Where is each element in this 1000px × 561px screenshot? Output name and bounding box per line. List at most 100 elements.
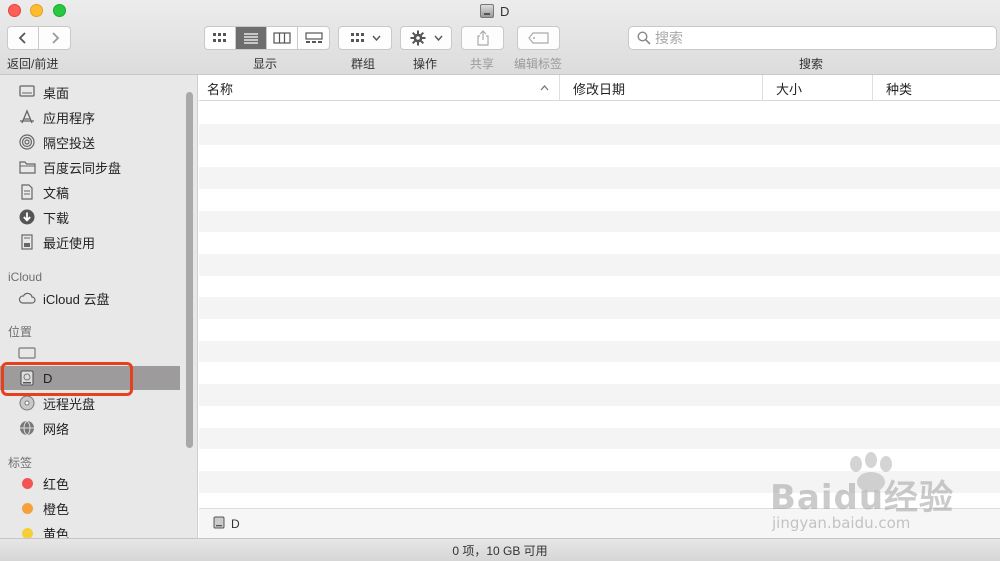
gear-icon [410,30,425,46]
sidebar-item-icloud-drive[interactable]: iCloud 云盘 [0,286,180,310]
column-header-modified[interactable]: 修改日期 [565,75,763,101]
column-size-label: 大小 [776,81,803,97]
edit-tags-label: 编辑标签 [514,57,563,71]
sidebar-item-documents[interactable]: 文稿 [0,180,180,204]
group-button[interactable] [338,26,392,50]
action-label: 操作 [413,57,438,71]
empty-row [199,275,1000,298]
empty-row [199,405,1000,428]
share-label: 共享 [470,57,495,71]
status-text: 0 项，10 GB 可用 [452,543,548,558]
share-button[interactable] [461,26,504,50]
group-label: 群组 [351,57,376,71]
empty-row [199,167,1000,189]
search-icon [637,31,651,45]
column-header-row: 名称 修改日期 大小 种类 [199,75,1000,101]
window-title-text: D [500,3,510,19]
window-title: D [480,2,509,20]
empty-row [199,210,1000,233]
yellow-tag-dot-icon [21,527,33,538]
disk-icon [213,516,225,532]
column-kind-label: 种类 [886,81,913,97]
network-icon [18,419,36,437]
list-icon [244,33,258,44]
column-header-size[interactable]: 大小 [768,75,873,101]
empty-row [199,123,1000,146]
tag-icon [527,32,549,44]
path-bar-label[interactable]: D [231,517,240,531]
icon-view-button[interactable] [205,27,236,49]
close-window-button[interactable] [8,4,21,17]
search-label: 搜索 [799,57,824,71]
document-icon [18,183,36,201]
sidebar-item-desktop[interactable]: 桌面 [0,80,180,104]
minimize-window-button[interactable] [30,4,43,17]
recents-icon [18,233,36,251]
grid-icon [213,33,226,42]
sidebar-scrollbar[interactable] [186,92,193,448]
watermark-url-text: jingyan.baidu.com [772,514,911,532]
list-view-button[interactable] [236,27,267,49]
toolbar: D 返回/前进 显示 群组 操作 共享 编辑标签 搜索 搜索 [0,0,1000,75]
sidebar-item-tag-orange[interactable]: 橙色 [0,496,180,520]
empty-row [199,340,1000,363]
sidebar-item-label: 下载 [43,210,70,226]
empty-row [199,297,1000,319]
chevron-left-icon [18,32,26,44]
empty-row [199,232,1000,254]
airdrop-icon [18,133,36,151]
sidebar-item-label: 应用程序 [43,110,96,126]
view-label: 显示 [253,57,278,71]
applications-icon [18,108,36,126]
back-forward-label: 返回/前进 [7,57,59,71]
zoom-window-button[interactable] [53,4,66,17]
download-icon [18,208,36,226]
sidebar-item-applications[interactable]: 应用程序 [0,105,180,129]
empty-row [199,384,1000,406]
sidebar-item-label: iCloud 云盘 [43,291,110,307]
sidebar-header-icloud: iCloud [8,270,43,284]
sidebar-header-locations: 位置 [8,325,33,339]
sidebar-item-network[interactable]: 网络 [0,416,180,440]
watermark-logo-text: Baidu经验 [770,478,955,518]
sidebar-item-label: 隔空投送 [43,135,96,151]
sidebar: 桌面 应用程序 隔空投送 百度云同步盘 文稿 下载 最近使用 iCloud iC… [0,75,198,538]
sidebar-item-airdrop[interactable]: 隔空投送 [0,130,180,154]
search-field[interactable] [628,26,997,50]
sidebar-item-label: 橙色 [43,501,70,517]
empty-row [199,188,1000,211]
sidebar-item-baidu-sync[interactable]: 百度云同步盘 [0,155,180,179]
empty-row [199,253,1000,276]
gallery-view-button[interactable] [298,27,329,49]
sidebar-item-tag-yellow[interactable]: 黄色 [0,521,180,538]
column-header-name[interactable]: 名称 [199,75,560,101]
empty-row [199,427,1000,450]
column-view-button[interactable] [267,27,298,49]
back-button[interactable] [8,27,39,49]
empty-row [199,319,1000,341]
sidebar-item-label: 文稿 [43,185,70,201]
share-icon [476,30,489,46]
sidebar-item-label: 百度云同步盘 [43,160,122,176]
forward-button[interactable] [39,27,70,49]
chevron-down-icon [371,35,381,41]
red-tag-dot-icon [21,477,33,489]
sidebar-item-label: 黄色 [43,526,70,539]
folder-icon [18,158,36,176]
sidebar-item-tag-red[interactable]: 红色 [0,471,180,495]
search-input[interactable] [655,30,975,46]
back-forward-group [7,26,71,50]
grid-icon [350,33,364,42]
columns-icon [273,32,291,44]
sidebar-header-tags: 标签 [8,456,33,470]
chevron-down-icon [433,35,443,41]
column-header-kind[interactable]: 种类 [878,75,1000,101]
action-button[interactable] [400,26,452,50]
sidebar-item-recents[interactable]: 最近使用 [0,230,180,254]
sidebar-item-downloads[interactable]: 下载 [0,205,180,229]
computer-icon [18,344,36,362]
edit-tags-button[interactable] [517,26,560,50]
cloud-icon [18,289,36,307]
selection-highlight-annotation [1,362,133,396]
disk-icon [480,4,494,18]
